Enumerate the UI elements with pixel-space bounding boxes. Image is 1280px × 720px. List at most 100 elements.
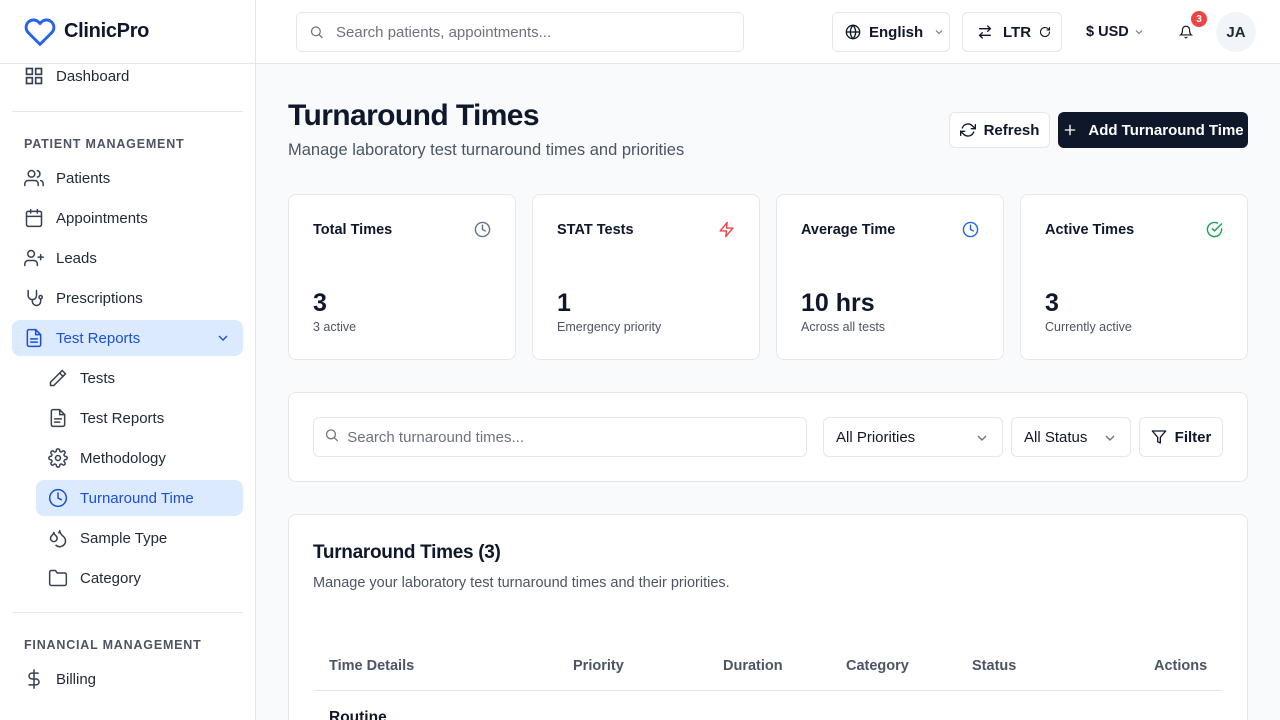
sidebar-item-label: Methodology — [80, 449, 166, 467]
sidebar-item-prescriptions[interactable]: Prescriptions — [12, 280, 243, 316]
grid-icon — [25, 67, 43, 85]
sidebar-item-label: Test Reports — [56, 329, 141, 347]
sidebar-item-test-reports[interactable]: Test Reports — [12, 320, 243, 356]
sidebar-item-label: Billing — [56, 670, 97, 688]
sidebar-item-label: Tests — [80, 369, 116, 387]
file-icon — [50, 408, 66, 428]
refresh-small-icon — [1040, 26, 1051, 38]
users-icon — [24, 169, 44, 187]
main-content: Turnaround Times Manage laboratory test … — [256, 64, 1280, 720]
sidebar-item-label: Patients — [56, 169, 111, 187]
column-header-category[interactable]: Category — [846, 658, 909, 674]
gear-icon — [48, 448, 68, 468]
chevron-down-icon — [1135, 30, 1143, 35]
topbar: English LTR $ USD 3 JA — [256, 0, 1280, 64]
section-label-patient-management: PATIENT MANAGEMENT — [24, 137, 185, 151]
language-select[interactable]: English — [832, 12, 950, 52]
sidebar-item-tests[interactable]: Tests — [36, 360, 243, 396]
search-icon — [310, 26, 323, 39]
sidebar-item-category[interactable]: Category — [36, 560, 243, 596]
stat-title: Average Time — [801, 222, 896, 238]
status-select[interactable]: All Status — [1011, 417, 1131, 457]
filter-button[interactable]: Filter — [1139, 417, 1223, 457]
sidebar-item-appointments[interactable]: Appointments — [12, 200, 243, 236]
stat-description: Across all tests — [801, 320, 886, 334]
user-plus-icon — [24, 249, 44, 267]
sidebar-item-label: Prescriptions — [56, 289, 143, 307]
sidebar-item-test-reports-sub[interactable]: Test Reports — [36, 400, 243, 436]
droplets-icon — [49, 530, 67, 548]
sidebar-item-label: Test Reports — [80, 409, 165, 427]
priority-select[interactable]: All Priorities — [823, 417, 1003, 457]
add-turnaround-time-button[interactable]: Add Turnaround Time — [1058, 112, 1248, 148]
sidebar-item-label: Turnaround Time — [80, 489, 194, 507]
arrows-left-right-icon — [978, 25, 992, 39]
column-header-duration[interactable]: Duration — [723, 658, 783, 674]
global-search[interactable] — [296, 12, 744, 52]
sidebar-item-label: Leads — [56, 249, 97, 267]
search-icon — [325, 429, 338, 442]
page-title: Turnaround Times — [288, 99, 540, 132]
sidebar-divider — [12, 111, 243, 112]
table-row-name: Routine — [329, 709, 387, 720]
currency-select[interactable]: $ USD — [1086, 24, 1145, 40]
plus-icon — [1065, 124, 1076, 136]
chevron-down-icon — [977, 435, 987, 441]
chevron-down-icon — [218, 335, 228, 341]
column-header-status[interactable]: Status — [972, 658, 1016, 674]
stat-card-average-time: Average Time 10 hrs Across all tests — [776, 194, 1004, 360]
sidebar-item-billing[interactable]: Billing — [12, 661, 243, 697]
stat-title: Active Times — [1045, 222, 1135, 238]
dollar-icon — [28, 669, 40, 689]
column-header-priority[interactable]: Priority — [573, 658, 624, 674]
stat-value: 10 hrs — [801, 289, 875, 317]
sidebar-item-turnaround-time[interactable]: Turnaround Time — [36, 480, 243, 516]
sidebar-item-patients[interactable]: Patients — [12, 160, 243, 196]
folder-icon — [48, 569, 68, 587]
status-select-value: All Status — [1024, 428, 1088, 446]
sidebar-item-label: Appointments — [56, 209, 148, 227]
stat-description: 3 active — [313, 320, 357, 334]
stat-value: 1 — [557, 289, 571, 317]
stat-title: STAT Tests — [557, 222, 634, 238]
refresh-icon — [959, 123, 976, 137]
notifications-button[interactable] — [1178, 24, 1194, 40]
bell-icon — [1179, 25, 1193, 39]
stat-value: 3 — [313, 289, 327, 317]
sidebar-item-methodology[interactable]: Methodology — [36, 440, 243, 476]
turnaround-table-card: Turnaround Times (3) Manage your laborat… — [288, 514, 1248, 720]
turnaround-search[interactable] — [313, 417, 807, 457]
user-avatar[interactable]: JA — [1216, 12, 1256, 52]
sidebar-item-sample-type[interactable]: Sample Type — [36, 520, 243, 556]
stat-description: Currently active — [1045, 320, 1132, 334]
column-header-time-details[interactable]: Time Details — [329, 658, 414, 674]
page-subtitle: Manage laboratory test turnaround times … — [288, 141, 685, 159]
calendar-icon — [25, 208, 43, 228]
global-search-input[interactable] — [336, 23, 743, 41]
brand[interactable]: ClinicPro — [0, 0, 255, 64]
sidebar-item-label: Dashboard — [56, 67, 130, 85]
clock-icon — [474, 221, 491, 238]
table-title: Turnaround Times (3) — [313, 542, 501, 563]
filter-card: All Priorities All Status Filter — [288, 392, 1248, 482]
sidebar-item-leads[interactable]: Leads — [12, 240, 243, 276]
file-text-icon — [26, 328, 42, 348]
turnaround-search-input[interactable] — [347, 428, 806, 446]
pencil-icon — [49, 369, 67, 387]
table-header-divider — [313, 690, 1223, 691]
clock-icon — [962, 221, 979, 238]
stat-card-stat-tests: STAT Tests 1 Emergency priority — [532, 194, 760, 360]
refresh-button[interactable]: Refresh — [949, 112, 1050, 148]
add-label: Add Turnaround Time — [1088, 121, 1244, 139]
direction-label: LTR — [1003, 23, 1032, 41]
zap-icon — [719, 221, 734, 238]
table-subtitle: Manage your laboratory test turnaround t… — [313, 575, 730, 591]
direction-toggle[interactable]: LTR — [962, 12, 1062, 52]
brand-name: ClinicPro — [64, 20, 150, 42]
refresh-label: Refresh — [983, 121, 1040, 139]
priority-select-value: All Priorities — [836, 428, 916, 446]
sidebar-item-label: Sample Type — [80, 529, 168, 547]
sidebar: ClinicPro Dashboard PATIENT MANAGEMENT P… — [0, 0, 256, 720]
sidebar-divider — [12, 612, 243, 613]
stat-title: Total Times — [313, 222, 393, 238]
